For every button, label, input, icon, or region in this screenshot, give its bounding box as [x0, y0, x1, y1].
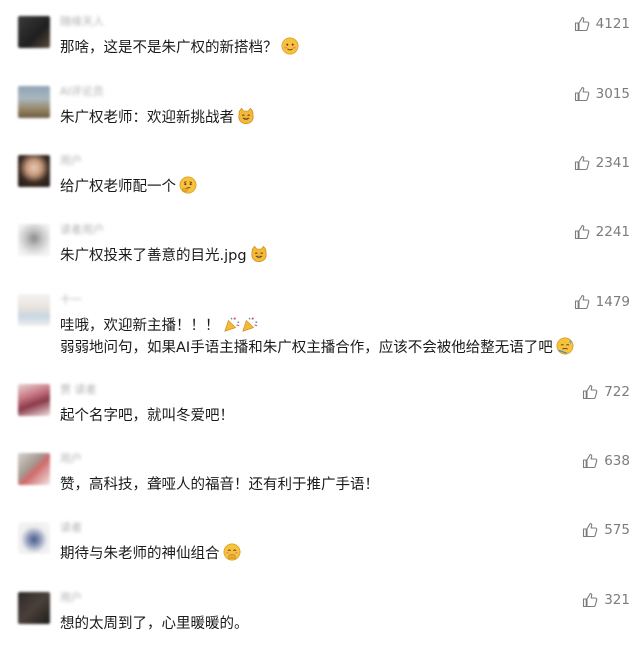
avatar[interactable] [18, 224, 50, 256]
like-button[interactable]: 638 [582, 452, 630, 470]
comment-text: 期待与朱老师的神仙组合 [60, 543, 241, 565]
comment-text: 哇哦，欢迎新主播！！！ 弱弱地问句，如果AI手语主播和朱广权主播合作，应该不会被… [60, 315, 574, 359]
comment-line: 期待与朱老师的神仙组合 [60, 546, 220, 562]
username[interactable]: 贾 读者 [60, 383, 97, 397]
party-popper-emoji [241, 317, 257, 332]
comment-line: 朱广权老师：欢迎新挑战者 [60, 110, 234, 126]
username[interactable]: 随缘天人 [60, 15, 104, 29]
thinking-face-emoji [179, 176, 197, 194]
like-count: 321 [604, 592, 630, 608]
comment-line: 赞，高科技，聋哑人的福音！还有利于推广手语！ [60, 477, 379, 493]
avatar[interactable] [18, 522, 50, 554]
avatar[interactable] [18, 86, 50, 118]
party-popper-emoji [223, 317, 239, 332]
comment-text: 那啥，这是不是朱广权的新搭档？ [60, 37, 299, 59]
avatar[interactable] [18, 294, 50, 326]
sweat-face-emoji [556, 337, 574, 355]
username[interactable]: AI评论员 [60, 85, 104, 99]
thumbs-up-icon [583, 454, 598, 469]
avatar[interactable] [18, 155, 50, 187]
cat-face-emoji [250, 245, 267, 263]
like-count: 575 [604, 522, 630, 538]
comment-text: 起个名字吧，就叫冬爱吧！ [60, 405, 234, 427]
avatar[interactable] [18, 16, 50, 48]
like-count: 2341 [595, 155, 630, 171]
blush-face-emoji [281, 37, 298, 55]
comment-line-2: 弱弱地问句，如果AI手语主播和朱广权主播合作，应该不会被他给整无语了吧 [60, 337, 574, 359]
comment-text: 赞，高科技，聋哑人的福音！还有利于推广手语！ [60, 474, 379, 496]
like-count: 722 [604, 384, 630, 400]
thumbs-up-icon [574, 295, 589, 310]
cat-face-emoji [238, 107, 254, 125]
thumbs-up-icon [574, 17, 589, 32]
hand-over-mouth-emoji [223, 543, 240, 561]
username[interactable]: 用户 [60, 452, 82, 466]
comment-text: 朱广权投来了善意的目光.jpg [60, 245, 268, 267]
username[interactable]: 用户 [60, 154, 82, 168]
like-button[interactable]: 2341 [574, 154, 630, 172]
comment-text: 想的太周到了，心里暖暖的。 [60, 613, 249, 635]
like-button[interactable]: 722 [582, 383, 630, 401]
thumbs-up-icon [583, 523, 598, 538]
avatar[interactable] [18, 453, 50, 485]
thumbs-up-icon [583, 385, 598, 400]
username[interactable]: 用户 [60, 591, 82, 605]
username[interactable]: 读者 [60, 521, 82, 535]
thumbs-up-icon [574, 156, 589, 171]
avatar[interactable] [18, 384, 50, 416]
username[interactable]: 读者用户 [60, 223, 104, 237]
thumbs-up-icon [574, 225, 589, 240]
comment-text: 朱广权老师：欢迎新挑战者 [60, 107, 255, 129]
comment-line: 起个名字吧，就叫冬爱吧！ [60, 408, 234, 424]
comment-line: 朱广权投来了善意的目光.jpg [60, 248, 247, 264]
like-count: 2241 [595, 224, 630, 240]
comment-line: 想的太周到了，心里暖暖的。 [60, 616, 249, 632]
comment-line: 那啥，这是不是朱广权的新搭档？ [60, 40, 278, 56]
like-button[interactable]: 3015 [574, 85, 630, 103]
comment-line: 给广权老师配一个 [60, 179, 176, 195]
comment-line-1: 哇哦，欢迎新主播！！！ [60, 315, 574, 337]
like-button[interactable]: 1479 [574, 293, 630, 311]
like-count: 1479 [595, 294, 630, 310]
username[interactable]: 十一 [60, 293, 82, 307]
like-button[interactable]: 321 [582, 591, 630, 609]
avatar[interactable] [18, 592, 50, 624]
thumbs-up-icon [583, 593, 598, 608]
like-count: 4121 [595, 16, 630, 32]
like-count: 638 [604, 453, 630, 469]
like-button[interactable]: 2241 [574, 223, 630, 241]
like-button[interactable]: 575 [582, 521, 630, 539]
thumbs-up-icon [574, 87, 589, 102]
like-button[interactable]: 4121 [574, 15, 630, 33]
comment-text: 给广权老师配一个 [60, 176, 197, 198]
like-count: 3015 [595, 86, 630, 102]
